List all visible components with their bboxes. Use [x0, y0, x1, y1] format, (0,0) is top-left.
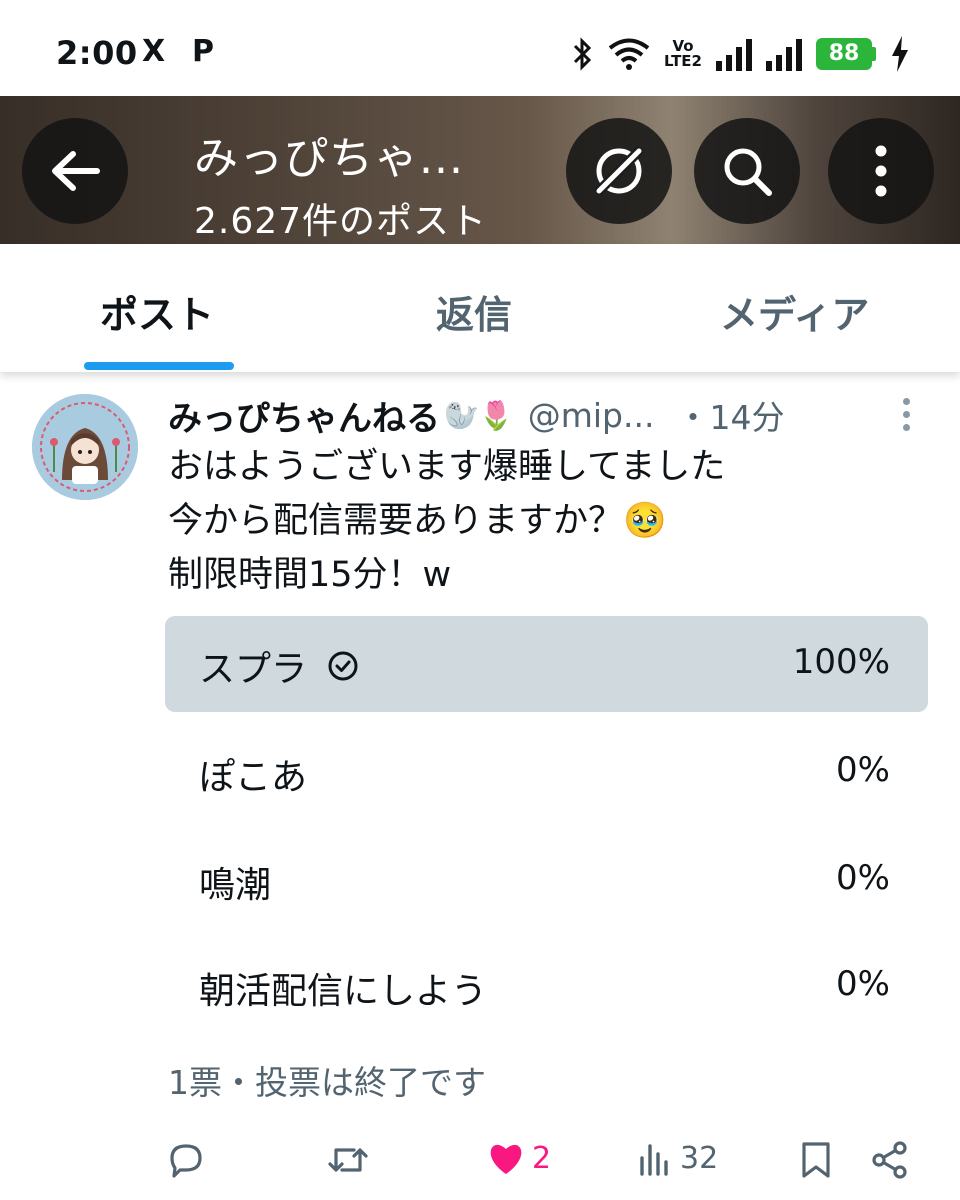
signal-strength-icon-2 — [766, 37, 802, 71]
wifi-icon — [608, 37, 650, 71]
post-more-icon[interactable] — [900, 398, 912, 434]
tab-posts[interactable]: ポスト — [100, 284, 214, 339]
views-count: 32 — [680, 1140, 719, 1176]
author-name[interactable]: みっぴちゃんねる — [168, 391, 440, 440]
poll-option: スプラ 100% — [165, 616, 928, 712]
tab-replies[interactable]: 返信 — [436, 284, 512, 339]
poll-option-percent: 0% — [836, 858, 890, 898]
active-tab-indicator — [84, 362, 234, 370]
post-author-row: みっぴちゃんねる 🦭🌷 @mip... ・14分 — [168, 391, 928, 440]
p-app-notification-icon: P — [192, 34, 214, 69]
poll-option: ぽこあ 0% — [165, 724, 928, 820]
post-text-line: おはようございます爆睡してました — [168, 447, 726, 487]
post-text-line: 今から配信需要ありますか？🥹 — [168, 501, 667, 541]
grok-button[interactable] — [566, 118, 672, 224]
poll-option-label: ぽこあ — [199, 757, 308, 798]
analytics-icon — [640, 1144, 668, 1176]
signal-strength-icon — [716, 37, 752, 71]
post-text: おはようございます爆睡してました 今から配信需要ありますか？🥹 制限時間15分！… — [168, 440, 928, 602]
profile-header: みっぴちゃ... 2.627件のポスト — [0, 96, 960, 244]
views-button[interactable]: 32 — [638, 1140, 718, 1176]
more-options-button[interactable] — [828, 118, 934, 224]
profile-tabs: ポスト 返信 メディア — [0, 244, 960, 372]
repost-icon — [328, 1148, 368, 1172]
like-button[interactable]: 2 — [486, 1140, 551, 1176]
bookmark-button[interactable] — [800, 1140, 832, 1180]
poll-option-percent: 100% — [792, 642, 890, 682]
bookmark-icon — [802, 1142, 830, 1178]
post-timestamp[interactable]: ・14分 — [676, 391, 784, 439]
poll-option-label: 鳴潮 — [199, 865, 272, 906]
reply-button[interactable] — [166, 1140, 206, 1180]
battery-icon: 88 — [816, 38, 876, 70]
back-button[interactable] — [22, 118, 128, 224]
like-count: 2 — [532, 1140, 552, 1176]
repost-button[interactable] — [326, 1140, 370, 1180]
grok-icon — [593, 145, 645, 197]
bluetooth-icon — [572, 37, 594, 71]
charging-icon — [890, 36, 910, 72]
post-count: 2.627件のポスト — [194, 201, 488, 242]
author-emojis: 🦭🌷 — [444, 398, 514, 432]
post-actions: 2 32 — [0, 1130, 960, 1200]
avatar[interactable] — [32, 394, 138, 500]
status-icons: Vo LTE2 88 — [572, 32, 910, 76]
poll-option-label: 朝活配信にしよう — [199, 971, 488, 1012]
reply-icon — [170, 1144, 202, 1178]
poll-option-percent: 0% — [836, 750, 890, 790]
poll-option: 朝活配信にしよう 0% — [165, 938, 928, 1034]
heart-icon — [490, 1144, 522, 1174]
post-text-line: 制限時間15分！w — [168, 555, 452, 595]
check-circle-icon — [327, 650, 359, 682]
tab-media[interactable]: メディア — [720, 284, 869, 339]
share-icon — [872, 1141, 907, 1179]
poll-option-percent: 0% — [836, 964, 890, 1004]
battery-level: 88 — [816, 38, 872, 70]
more-vertical-icon — [875, 145, 887, 197]
poll-option-label: スプラ — [199, 649, 308, 690]
arrow-left-icon — [52, 151, 100, 191]
x-app-notification-icon: X — [142, 34, 166, 69]
volte-icon: Vo LTE2 — [664, 37, 702, 70]
search-button[interactable] — [694, 118, 800, 224]
share-button[interactable] — [870, 1140, 910, 1180]
poll-option: 鳴潮 0% — [165, 832, 928, 928]
poll-meta: 1票・投票は終了です — [168, 1063, 486, 1102]
profile-name: みっぴちゃ... — [194, 133, 464, 184]
search-icon — [724, 148, 772, 196]
author-handle[interactable]: @mip... — [528, 396, 655, 435]
clock: 2:00 — [56, 34, 138, 72]
avatar-image — [32, 394, 138, 500]
status-bar: 2:00 X P Vo LTE2 88 — [0, 0, 960, 96]
